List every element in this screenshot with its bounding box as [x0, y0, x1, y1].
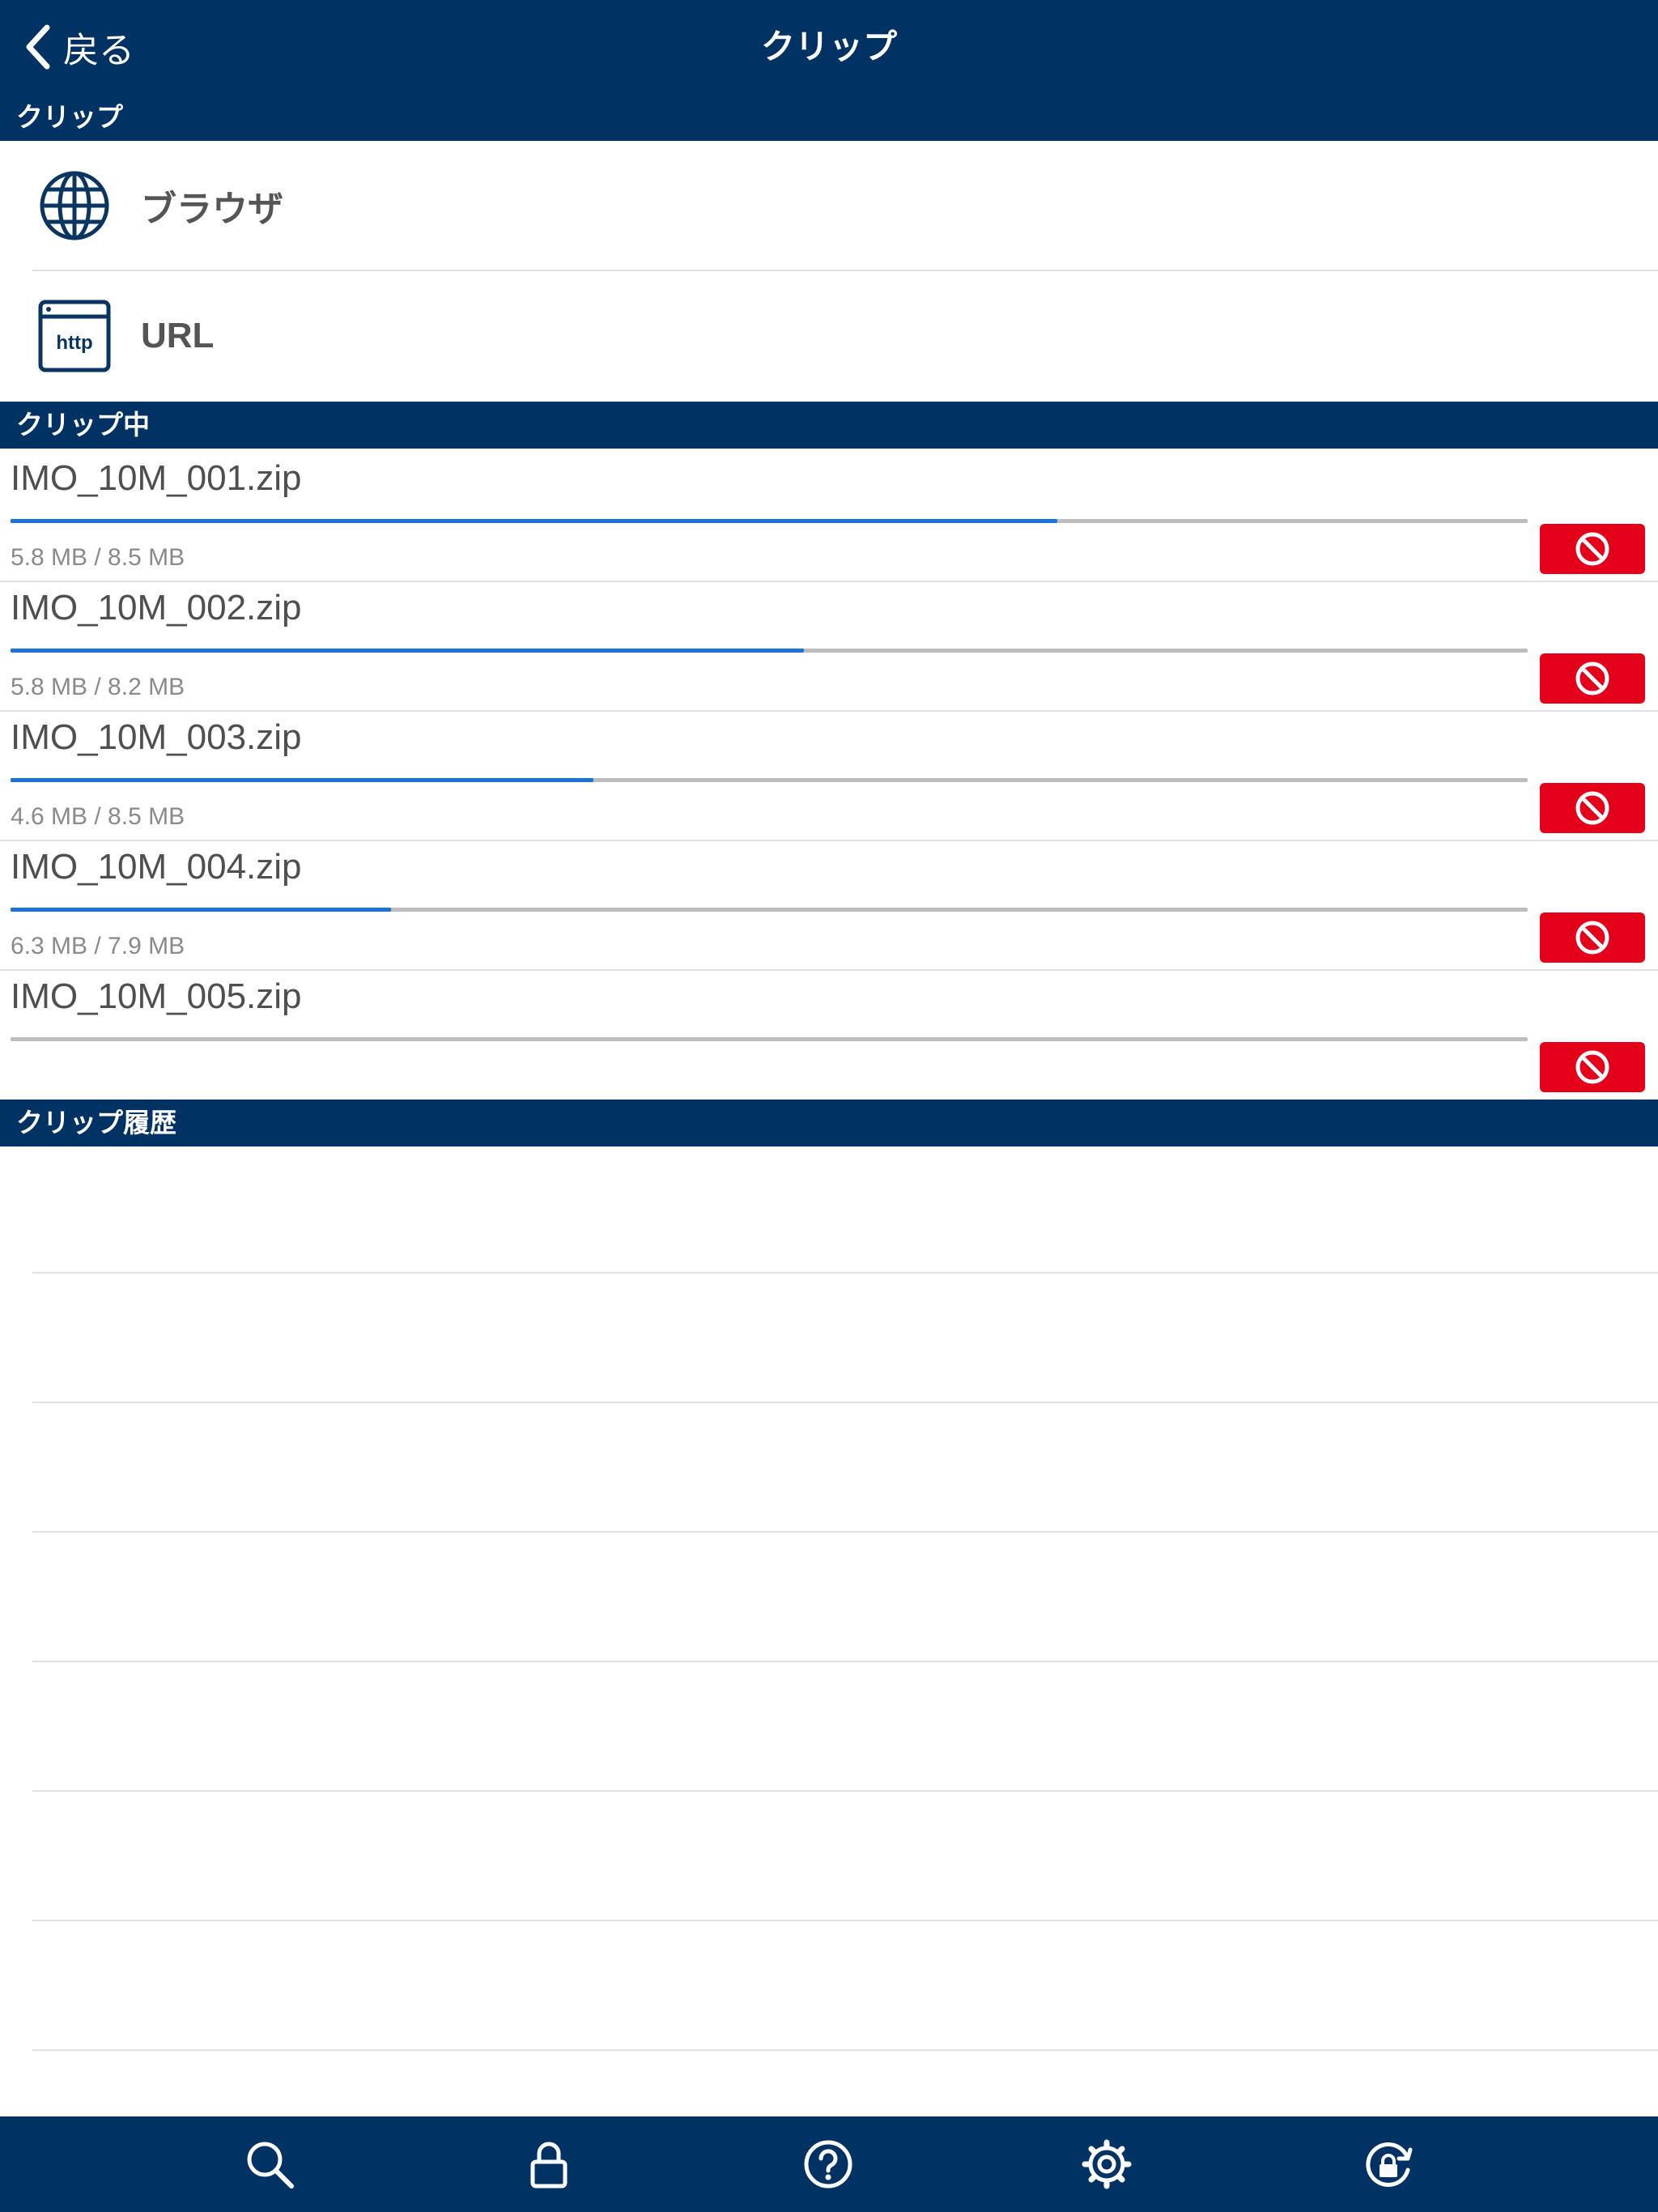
divider: [32, 1531, 1658, 1533]
prohibited-icon: [1575, 661, 1609, 696]
prohibited-icon: [1575, 532, 1609, 566]
progress-bar: [11, 519, 1528, 523]
progress-bar: [11, 908, 1528, 912]
divider: [32, 2049, 1658, 2051]
divider: [32, 1920, 1658, 1921]
prohibited-icon: [1575, 921, 1609, 955]
download-filename: IMO_10M_002.zip: [11, 588, 302, 627]
cancel-button[interactable]: [1540, 524, 1645, 574]
page-title: クリップ: [760, 28, 897, 66]
lock-rotation-icon: [1366, 2142, 1413, 2187]
download-size: 5.8 MB / 8.2 MB: [11, 674, 185, 700]
download-filename: IMO_10M_004.zip: [11, 847, 302, 887]
progress-bar: [11, 1037, 1528, 1041]
tab-bar: [0, 2116, 1658, 2212]
download-size: 4.6 MB / 8.5 MB: [11, 803, 185, 830]
menu-item-url-label: URL: [141, 316, 215, 355]
divider: [32, 1661, 1658, 1662]
tab-lock-rotation[interactable]: [1341, 2116, 1436, 2212]
progress-fill: [11, 908, 392, 912]
section-header-clipping: クリップ中: [0, 402, 1658, 449]
divider: [32, 1272, 1658, 1274]
progress-fill: [11, 649, 805, 653]
prohibited-icon: [1575, 1050, 1609, 1084]
menu-item-browser-label: ブラウザ: [141, 189, 283, 229]
tab-lock[interactable]: [501, 2116, 597, 2212]
progress-bar: [11, 778, 1528, 782]
progress-bar: [11, 649, 1528, 653]
prohibited-icon: [1575, 791, 1609, 825]
search-icon: [247, 2142, 294, 2189]
divider: [32, 1402, 1658, 1403]
download-size: 5.8 MB / 8.5 MB: [11, 544, 185, 571]
http-icon: http: [38, 300, 111, 372]
download-row: IMO_10M_002.zip 5.8 MB / 8.2 MB: [0, 578, 1658, 708]
section-header-clip: クリップ: [0, 94, 1658, 141]
divider: [32, 1790, 1658, 1792]
download-size: 6.3 MB / 7.9 MB: [11, 933, 185, 959]
lock-icon: [530, 2142, 568, 2189]
svg-text:http: http: [56, 332, 92, 354]
tab-help[interactable]: [780, 2116, 876, 2212]
tab-settings[interactable]: [1059, 2116, 1154, 2212]
menu-item-browser[interactable]: ブラウザ: [0, 141, 1658, 270]
settings-icon: [1082, 2139, 1132, 2189]
download-row: IMO_10M_001.zip 5.8 MB / 8.5 MB: [0, 449, 1658, 578]
download-row: IMO_10M_004.zip 6.3 MB / 7.9 MB: [0, 837, 1658, 967]
tab-search[interactable]: [222, 2116, 317, 2212]
download-filename: IMO_10M_005.zip: [11, 976, 302, 1016]
cancel-button[interactable]: [1540, 783, 1645, 833]
progress-fill: [11, 778, 593, 782]
cancel-button[interactable]: [1540, 912, 1645, 963]
download-row: IMO_10M_005.zip: [0, 967, 1658, 1096]
progress-fill: [11, 519, 1058, 523]
download-filename: IMO_10M_003.zip: [11, 717, 302, 757]
download-filename: IMO_10M_001.zip: [11, 458, 302, 498]
help-icon: [804, 2140, 852, 2189]
globe-icon: [40, 171, 109, 240]
download-row: IMO_10M_003.zip 4.6 MB / 8.5 MB: [0, 708, 1658, 837]
cancel-button[interactable]: [1540, 1042, 1645, 1092]
section-header-history: クリップ履歴: [0, 1100, 1658, 1146]
cancel-button[interactable]: [1540, 653, 1645, 704]
menu-item-url[interactable]: http URL: [0, 271, 1658, 401]
navigation-bar: 戻る クリップ: [0, 0, 1658, 94]
